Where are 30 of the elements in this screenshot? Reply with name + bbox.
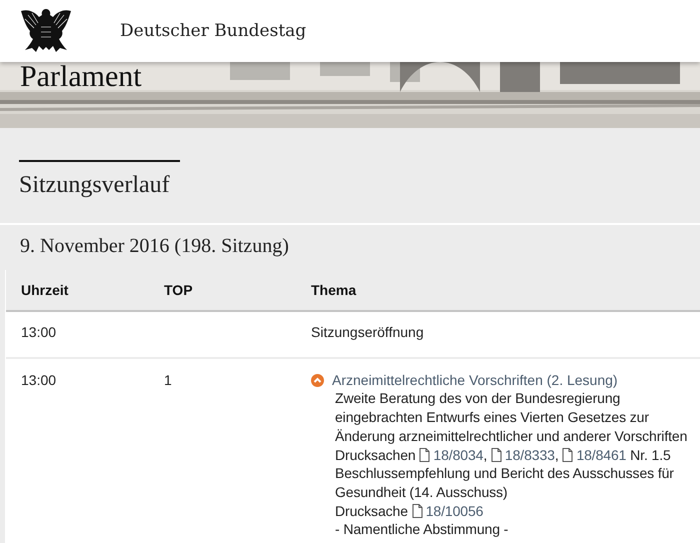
eagle-logo: [20, 7, 72, 55]
description-text: - Namentliche Abstimmung -: [335, 520, 510, 540]
document-icon: [562, 448, 574, 462]
site-title: Deutscher Bundestag: [120, 21, 306, 41]
document-icon: [419, 448, 430, 462]
page-title: Parlament: [20, 62, 142, 92]
document-icon: [412, 504, 423, 518]
documents-label: Drucksache: [335, 502, 408, 519]
document-icon: [490, 448, 502, 462]
document-link[interactable]: 18/8461: [562, 446, 626, 463]
separator-text: ,: [554, 446, 559, 463]
table-cell-text: 13:00: [21, 323, 58, 342]
column-header: Uhrzeit: [21, 282, 70, 298]
document-link[interactable]: 18/8034: [419, 446, 484, 463]
table-cell-text: 13:00: [21, 370, 58, 390]
document-link[interactable]: 18/10056: [412, 502, 484, 519]
document-link[interactable]: 18/8333: [490, 446, 555, 463]
column-header: TOP: [164, 282, 194, 298]
item-number-text: Nr. 1.5: [630, 446, 671, 463]
description-text: Beschlussempfehlung und Bericht des Ausschusses für Gesundheit (14. Ausschuss): [335, 464, 675, 502]
section-title: Sitzungsverlauf: [19, 172, 171, 199]
separator-text: ,: [483, 446, 488, 463]
documents-label: Drucksachen: [335, 446, 416, 463]
collapse-icon[interactable]: [311, 374, 324, 387]
column-header: Thema: [311, 282, 358, 298]
agenda-item-link[interactable]: Arzneimittelrechtliche Vorschriften (2. Lesung): [311, 370, 618, 390]
session-title: 9. November 2016 (198. Sitzung): [19, 234, 290, 259]
description-text: Zweite Beratung des von der Bundesregierung eingebrachten Entwurfs eines Vierten Gesetzes zur Änderung arzneimittelrechtlicher und anderer Vorschriften: [335, 389, 688, 446]
table-cell-text: 1: [164, 370, 173, 390]
table-cell-text: Sitzungseröffnung: [311, 323, 425, 342]
